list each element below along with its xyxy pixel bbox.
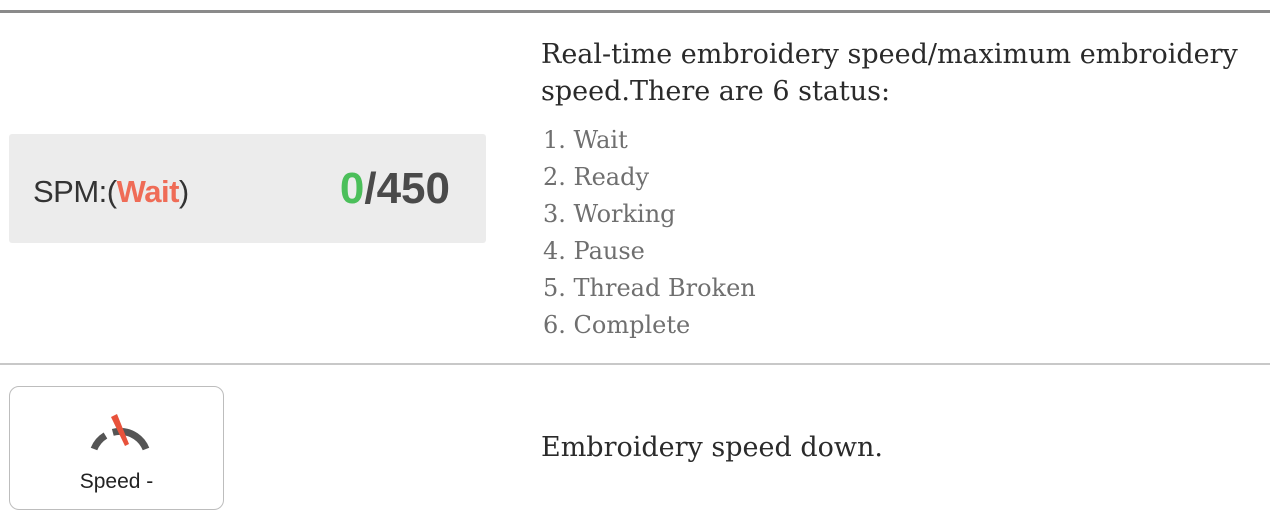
spm-suffix: ): [178, 174, 189, 209]
spm-speed-readout: 0/450: [340, 164, 450, 214]
status-item-ready: 2. Ready: [543, 163, 650, 191]
speed-down-label: Speed -: [79, 470, 154, 493]
status-item-working: 3. Working: [543, 200, 676, 228]
section-divider: [0, 363, 1270, 365]
status-item-complete: 6. Complete: [543, 311, 691, 339]
current-speed: 0: [339, 164, 365, 213]
speedometer-icon: [90, 414, 150, 451]
spm-prefix: SPM:(: [33, 174, 117, 209]
status-item-pause: 4. Pause: [543, 237, 645, 265]
status-item-thread-broken: 5. Thread Broken: [543, 274, 756, 302]
status-item-wait: 1. Wait: [543, 126, 628, 154]
speed-down-button[interactable]: Speed -: [9, 386, 224, 510]
spm-label: SPM:(Wait): [33, 174, 189, 210]
status-list: 1. Wait 2. Ready 3. Working 4. Pause 5. …: [543, 122, 756, 344]
speed-down-description: Embroidery speed down.: [541, 432, 883, 463]
spm-description: Real-time embroidery speed/maximum embro…: [541, 39, 1238, 107]
top-divider: [0, 10, 1270, 13]
max-speed: 450: [376, 164, 450, 213]
spm-display: SPM:(Wait) 0/450: [9, 134, 486, 243]
spm-status: Wait: [116, 174, 180, 209]
speed-separator: /: [364, 164, 377, 213]
